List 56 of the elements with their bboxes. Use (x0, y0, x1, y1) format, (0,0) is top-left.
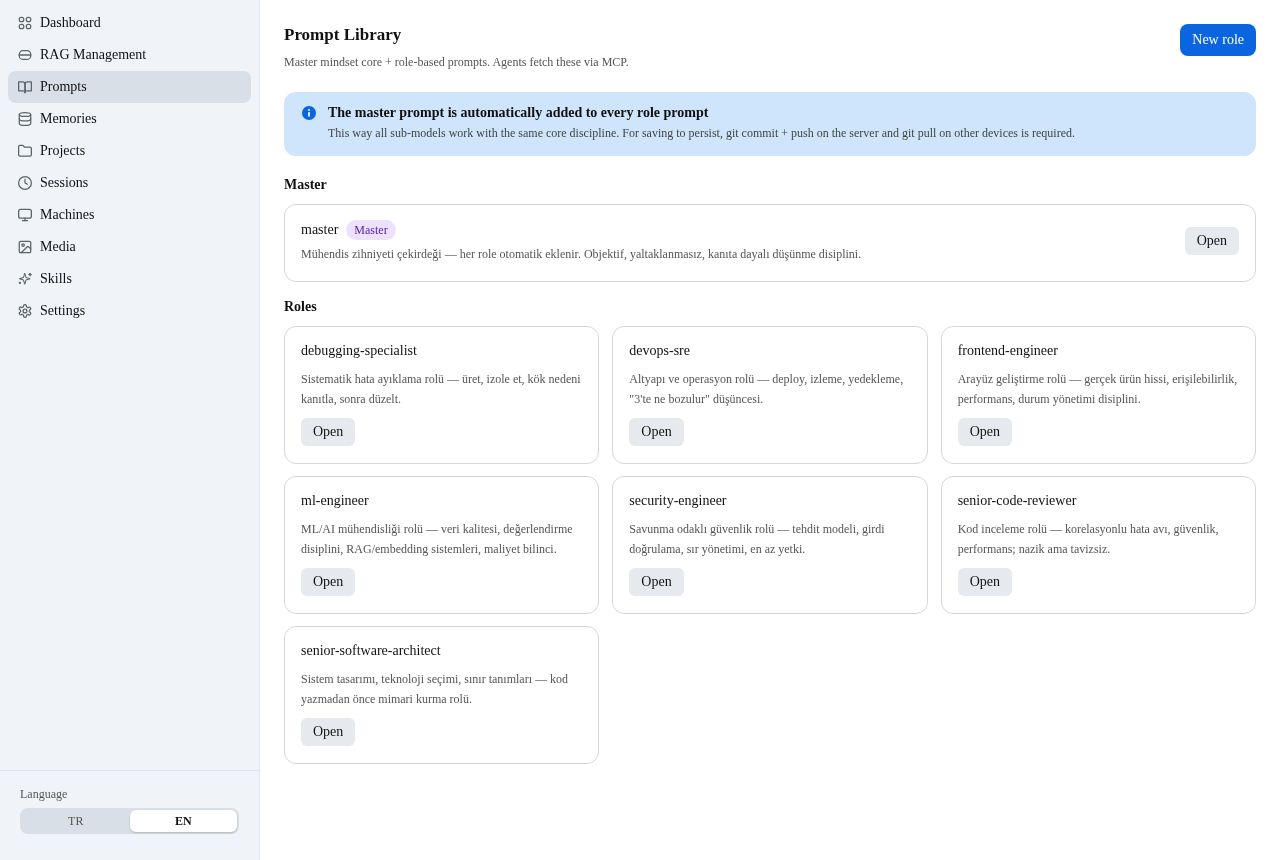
sparkles-icon (18, 272, 32, 286)
settings-icon (18, 304, 32, 318)
drive-icon (18, 48, 32, 62)
prompt-description: Altyapı ve operasyon rolü — deploy, izleme, yedekleme, "3'te ne bozulur" düşüncesi. (629, 371, 905, 408)
language-label: Language (20, 786, 69, 802)
open-button[interactable]: Open (629, 568, 684, 596)
database-icon (18, 112, 32, 126)
info-icon (302, 106, 316, 120)
page-title: Prompt Library (284, 24, 403, 46)
sidebar-item[interactable]: Sessions (8, 167, 251, 199)
book-icon (18, 80, 32, 94)
image-icon (18, 240, 32, 254)
prompt-description: Mühendis zihniyeti çekirdeği — her role otomatik eklenir. Objektif, yaltaklanmasız, kanıta dayalı düşünme disiplini. (301, 246, 862, 262)
sidebar-item[interactable]: Dashboard (8, 7, 251, 39)
sidebar-item[interactable]: Media (8, 231, 251, 263)
prompt-name: master (301, 221, 339, 239)
open-button[interactable]: Open (629, 418, 684, 446)
prompt-description: Sistem tasarımı, teknoloji seçimi, sınır tanımları — kod yazmadan önce mimari kurma rolü. (301, 671, 569, 708)
open-button[interactable]: Open (957, 418, 1012, 446)
section-heading: Master (284, 176, 328, 194)
language-option[interactable]: EN (129, 810, 237, 832)
prompt-description: Arayüz geliştirme rolü — gerçek ürün hissi, erişilebilirlik, performans, durum yönetimi disiplini. (957, 371, 1239, 408)
prompt-description: ML/AI mühendisliği rolü — veri kalitesi, değerlendirme disiplini, RAG/embedding sistemleri, maliyet bilinci. (301, 521, 574, 558)
page-subtitle: Master mindset core + role-based prompts. Agents fetch these via MCP. (284, 54, 629, 70)
new-role-button[interactable]: New role (1180, 24, 1256, 56)
prompt-name: security-engineer (629, 492, 727, 510)
grid-icon (18, 16, 32, 30)
folder-icon (18, 144, 32, 158)
language-option[interactable]: TR (22, 810, 130, 832)
prompt-description: Sistematik hata ayıklama rolü — üret, izole et, kök nedeni kanıtla, sonra düzelt. (301, 371, 582, 408)
sidebar-item[interactable]: Memories (8, 103, 251, 135)
section-heading: Roles (284, 298, 318, 316)
prompt-description: Savunma odaklı güvenlik rolü — tehdit modeli, girdi doğrulama, sır yönetimi, en az yetki. (629, 521, 886, 558)
prompt-name: senior-software-architect (301, 642, 441, 660)
prompt-name: devops-sre (629, 342, 690, 360)
prompt-name: ml-engineer (301, 492, 369, 510)
banner-title: The master prompt is automatically added to every role prompt (328, 104, 710, 122)
open-button[interactable]: Open (1184, 227, 1239, 255)
sidebar-item[interactable]: Settings (8, 295, 251, 327)
sidebar-item[interactable]: RAG Management (8, 39, 251, 71)
clock-icon (18, 176, 32, 190)
banner-text: This way all sub-models work with the same core discipline. For saving to persist, git commit + push on the server and git pull on other devices is required. (328, 125, 1075, 141)
monitor-icon (18, 208, 32, 222)
open-button[interactable]: Open (957, 568, 1012, 596)
open-button[interactable]: Open (301, 718, 356, 746)
sidebar-item[interactable]: Machines (8, 199, 251, 231)
sidebar-item[interactable]: Skills (8, 263, 251, 295)
prompt-description: Kod inceleme rolü — korelasyonlu hata avı, güvenlik, performans; nazik ama tavizsiz. (957, 521, 1220, 558)
open-button[interactable]: Open (301, 418, 356, 446)
prompt-name: debugging-specialist (301, 342, 417, 360)
sidebar-item[interactable]: Prompts (8, 71, 251, 103)
prompt-name: frontend-engineer (957, 342, 1058, 360)
sidebar-item[interactable]: Projects (8, 135, 251, 167)
prompt-name: senior-code-reviewer (957, 492, 1077, 510)
open-button[interactable]: Open (301, 568, 356, 596)
master-tag: Master (346, 220, 396, 240)
